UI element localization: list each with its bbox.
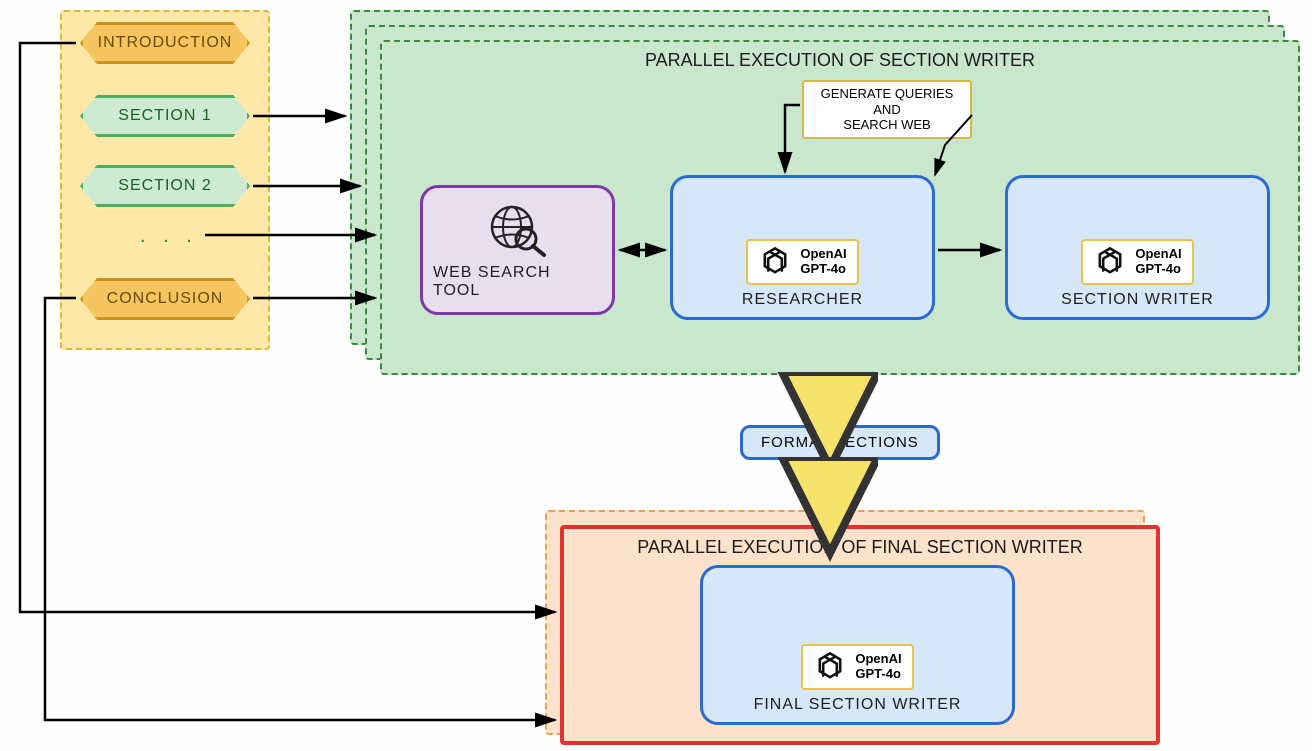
model-line1: OpenAI	[1135, 246, 1181, 261]
final-writer-model-badge: OpenAI GPT-4o	[801, 644, 913, 690]
section-introduction: INTRODUCTION	[80, 22, 250, 64]
researcher-label: RESEARCHER	[742, 285, 863, 309]
section-writer-card: OpenAI GPT-4o SECTION WRITER	[1005, 175, 1270, 320]
model-line1: OpenAI	[800, 246, 846, 261]
section-ellipsis: . . .	[140, 225, 200, 248]
note-generate-queries: GENERATE QUERIES AND SEARCH WEB	[802, 80, 972, 139]
diagram-canvas: INTRODUCTION SECTION 1 SECTION 2 . . . C…	[0, 0, 1312, 751]
openai-icon	[758, 245, 792, 279]
web-search-tool-card: WEB SEARCH TOOL	[420, 185, 615, 315]
format-sections-box: FORMAT SECTIONS	[740, 425, 940, 460]
section-writer-model-badge: OpenAI GPT-4o	[1081, 239, 1193, 285]
section-conclusion: CONCLUSION	[80, 278, 250, 320]
note-text: GENERATE QUERIES AND SEARCH WEB	[821, 86, 954, 132]
web-search-label: WEB SEARCH TOOL	[433, 258, 602, 300]
researcher-model-badge: OpenAI GPT-4o	[746, 239, 858, 285]
green-panel-title: PARALLEL EXECUTION OF SECTION WRITER	[645, 50, 1035, 71]
final-writer-label: FINAL SECTION WRITER	[754, 690, 962, 714]
model-line2: GPT-4o	[800, 261, 846, 276]
final-section-writer-card: OpenAI GPT-4o FINAL SECTION WRITER	[700, 565, 1015, 725]
section-writer-label: SECTION WRITER	[1061, 285, 1214, 309]
model-line1: OpenAI	[855, 651, 901, 666]
globe-search-icon	[483, 200, 553, 258]
researcher-card: OpenAI GPT-4o RESEARCHER	[670, 175, 935, 320]
openai-icon	[813, 650, 847, 684]
orange-panel-title: PARALLEL EXECUTION OF FINAL SECTION WRIT…	[637, 537, 1082, 558]
section-2: SECTION 2	[80, 165, 250, 207]
openai-icon	[1093, 245, 1127, 279]
model-line2: GPT-4o	[855, 666, 901, 681]
model-line2: GPT-4o	[1135, 261, 1181, 276]
section-1: SECTION 1	[80, 95, 250, 137]
